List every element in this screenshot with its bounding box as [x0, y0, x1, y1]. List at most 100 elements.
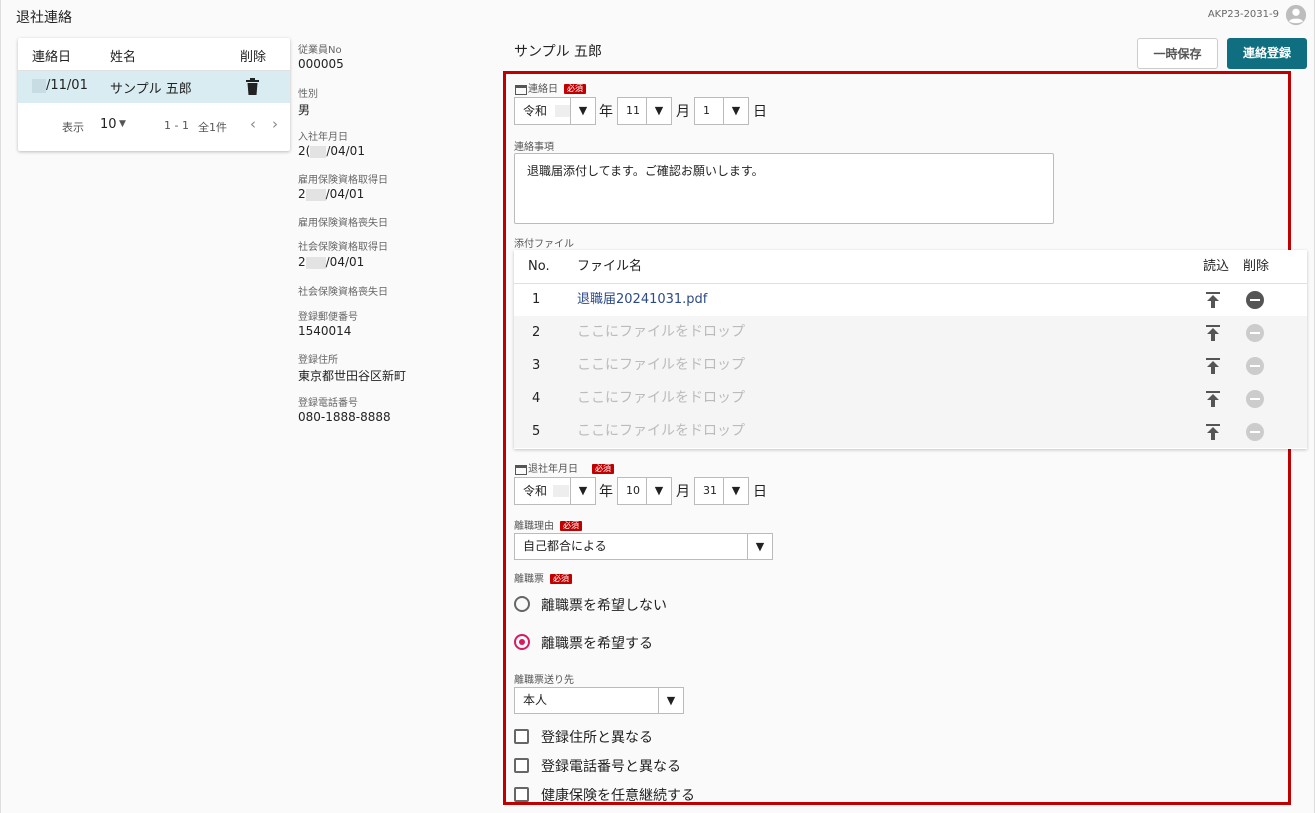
- leave-day-select[interactable]: 31 ▼: [694, 477, 749, 505]
- row-no: 5: [532, 424, 541, 439]
- list-pagination: 表示 10 ▼ 1 - 1 全1件 ‹ ›: [18, 115, 290, 136]
- checkbox-address-differs-label[interactable]: 登録住所と異なる: [541, 727, 653, 747]
- contact-date-label: 連絡日 必須: [515, 80, 586, 95]
- dropdown-arrow-icon[interactable]: ▼: [747, 534, 772, 559]
- slip-dest-select[interactable]: 本人 ▼: [514, 687, 684, 714]
- col-date: 連絡日: [32, 50, 72, 65]
- notes-textarea[interactable]: 退職届添付してます。ご確認お願いします。: [514, 153, 1054, 224]
- address-value: 東京都世田谷区新町: [298, 369, 407, 383]
- upload-icon[interactable]: [1206, 325, 1220, 341]
- next-page-icon[interactable]: ›: [272, 115, 278, 133]
- col-no: No.: [528, 259, 550, 274]
- phone-label: 登録電話番号: [298, 398, 358, 409]
- checkbox-phone-differs-label[interactable]: 登録電話番号と異なる: [541, 756, 681, 776]
- checkbox-continue-insurance[interactable]: [514, 787, 529, 802]
- dropdown-arrow-icon[interactable]: ▼: [723, 478, 748, 504]
- redacted-mark: [555, 105, 571, 117]
- page-range: 1 - 1: [164, 119, 189, 132]
- dropdown-arrow-icon[interactable]: ▼: [658, 688, 683, 713]
- month-unit: 月: [676, 104, 690, 120]
- list-row[interactable]: /11/01 サンプル 五郎: [18, 71, 290, 103]
- col-file: ファイル名: [577, 259, 643, 274]
- drop-zone[interactable]: ここにファイルをドロップ: [577, 316, 745, 349]
- drop-zone[interactable]: ここにファイルをドロップ: [577, 415, 745, 448]
- checkbox-address-differs[interactable]: [514, 729, 529, 744]
- sex-label: 性別: [298, 89, 318, 100]
- hire-date-label: 入社年月日: [298, 132, 348, 143]
- month-unit: 月: [676, 484, 690, 500]
- row-no: 3: [532, 358, 541, 373]
- calendar-icon: [515, 464, 527, 475]
- upload-icon[interactable]: [1206, 391, 1220, 407]
- col-read: 読込: [1203, 259, 1230, 274]
- checkbox-phone-differs[interactable]: [514, 758, 529, 773]
- day-unit: 日: [753, 484, 767, 500]
- dropdown-arrow-icon[interactable]: ▼: [646, 98, 671, 124]
- soc-ins-loss-label: 社会保険資格喪失日: [298, 287, 388, 298]
- required-badge: 必須: [564, 84, 586, 94]
- dropdown-arrow-icon[interactable]: ▼: [723, 98, 748, 124]
- contact-month-select[interactable]: 11 ▼: [617, 97, 672, 125]
- attachment-row[interactable]: 3 ここにファイルをドロップ: [514, 349, 1307, 383]
- radio-no-slip[interactable]: [514, 596, 530, 612]
- app-title: 退社連絡: [16, 10, 72, 26]
- contact-day-select[interactable]: 1 ▼: [694, 97, 749, 125]
- required-badge: 必須: [550, 574, 572, 584]
- reason-select[interactable]: 自己都合による ▼: [514, 533, 773, 560]
- trash-icon[interactable]: [246, 78, 259, 95]
- reason-label: 離職理由 必須: [514, 517, 582, 532]
- attachment-row[interactable]: 2 ここにファイルをドロップ: [514, 316, 1307, 350]
- row-date: /11/01: [46, 78, 88, 93]
- year-unit: 年: [599, 484, 613, 500]
- radio-want-slip[interactable]: [514, 634, 530, 650]
- row-name: サンプル 五郎: [110, 82, 192, 97]
- upload-icon[interactable]: [1206, 424, 1220, 440]
- sex-value: 男: [298, 103, 311, 117]
- radio-no-slip-label[interactable]: 離職票を希望しない: [541, 595, 667, 615]
- contact-list-card: 連絡日 姓名 削除 /11/01 サンプル 五郎 表示 10 ▼ 1 - 1 全…: [18, 38, 290, 151]
- attachments-label: 添付ファイル: [514, 239, 574, 250]
- attachments-table: No. ファイル名 読込 削除 1 退職届20241031.pdf 2 ここにフ…: [514, 250, 1307, 449]
- dropdown-arrow-icon[interactable]: ▼: [570, 478, 595, 504]
- list-header: 連絡日 姓名 削除: [18, 38, 290, 71]
- required-badge: 必須: [560, 521, 582, 531]
- upload-icon[interactable]: [1206, 358, 1220, 374]
- upload-icon[interactable]: [1206, 292, 1220, 308]
- chevron-down-icon[interactable]: ▼: [119, 119, 126, 129]
- address-label: 登録住所: [298, 355, 338, 366]
- user-code: AKP23-2031-9: [1207, 9, 1279, 20]
- emp-ins-get-label: 雇用保険資格取得日: [298, 175, 388, 186]
- register-button[interactable]: 連絡登録: [1227, 38, 1307, 69]
- attachment-row[interactable]: 1 退職届20241031.pdf: [514, 283, 1307, 317]
- per-page-select[interactable]: 10: [100, 117, 117, 132]
- day-unit: 日: [753, 104, 767, 120]
- drop-zone[interactable]: ここにファイルをドロップ: [577, 382, 745, 415]
- drop-zone[interactable]: ここにファイルをドロップ: [577, 349, 745, 382]
- employee-no: 000005: [298, 57, 344, 71]
- file-link[interactable]: 退職届20241031.pdf: [577, 283, 707, 316]
- checkbox-continue-insurance-label[interactable]: 健康保険を任意継続する: [541, 785, 695, 805]
- col-name: 姓名: [110, 50, 137, 65]
- attachment-row[interactable]: 4 ここにファイルをドロップ: [514, 382, 1307, 416]
- zip-label: 登録郵便番号: [298, 312, 358, 323]
- radio-want-slip-label[interactable]: 離職票を希望する: [541, 633, 653, 653]
- hire-date: 2(/04/01: [298, 144, 365, 158]
- redacted-mark: [553, 485, 569, 497]
- soc-ins-get-date: 2/04/01: [298, 255, 365, 269]
- phone-value: 080-1888-8888: [298, 410, 391, 424]
- account-icon[interactable]: [1285, 4, 1307, 26]
- year-unit: 年: [599, 104, 613, 120]
- zip-value: 1540014: [298, 324, 352, 338]
- save-temp-button[interactable]: 一時保存: [1137, 38, 1218, 69]
- remove-file-icon: [1246, 357, 1264, 375]
- contact-era-select[interactable]: 令和 ▼: [514, 97, 596, 125]
- leave-month-select[interactable]: 10 ▼: [617, 477, 672, 505]
- attachment-row[interactable]: 5 ここにファイルをドロップ: [514, 415, 1307, 448]
- dropdown-arrow-icon[interactable]: ▼: [646, 478, 671, 504]
- remove-file-icon[interactable]: [1246, 291, 1264, 309]
- leave-date-label: 退社年月日 必須: [515, 460, 614, 475]
- leave-era-select[interactable]: 令和 ▼: [514, 477, 596, 505]
- prev-page-icon[interactable]: ‹: [250, 115, 256, 133]
- dropdown-arrow-icon[interactable]: ▼: [570, 98, 595, 124]
- row-no: 1: [532, 292, 541, 307]
